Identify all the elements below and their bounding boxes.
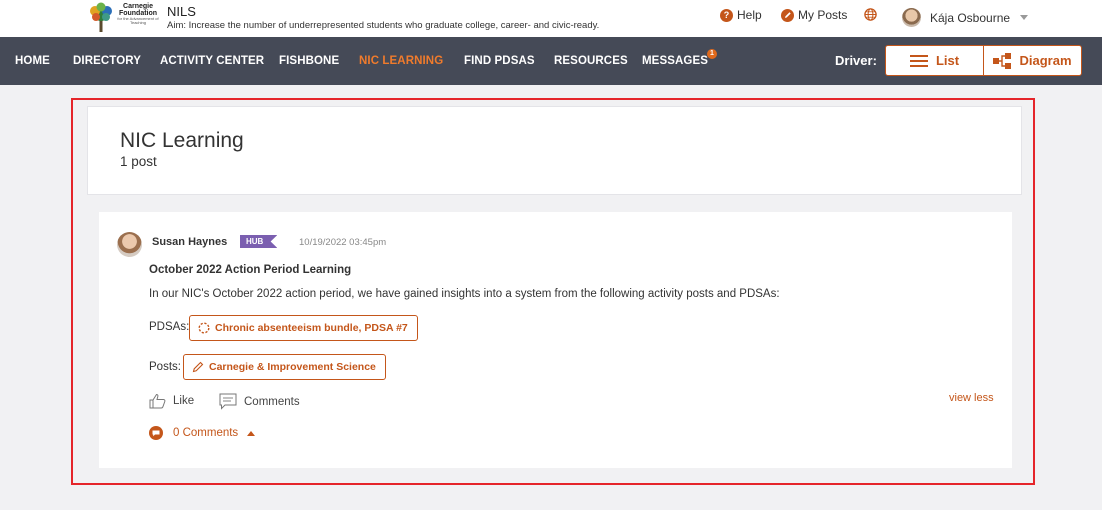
post-link[interactable]: Carnegie & Improvement Science (183, 354, 386, 380)
pdsa-link-label: Chronic absenteeism bundle, PDSA #7 (215, 322, 408, 334)
like-button[interactable]: Like (149, 393, 194, 409)
pdsa-link[interactable]: Chronic absenteeism bundle, PDSA #7 (189, 315, 418, 341)
comments-count: 0 Comments (173, 427, 239, 439)
language-button[interactable] (864, 8, 877, 21)
help-icon: ? (720, 8, 733, 22)
nav-messages-label: MESSAGES (642, 55, 708, 67)
comment-bubble-icon (149, 426, 163, 440)
driver-label: Driver: (835, 53, 877, 68)
help-link[interactable]: ? Help (720, 8, 762, 22)
page-title: NIC Learning (120, 129, 244, 152)
like-label: Like (173, 395, 195, 407)
nav-find-pdsas[interactable]: FIND PDSAS (464, 55, 535, 67)
diagram-icon (993, 52, 1012, 69)
list-view-button[interactable]: List (886, 46, 983, 75)
diagram-view-button[interactable]: Diagram (983, 46, 1081, 75)
post-count: 1 post (120, 154, 157, 169)
nav-messages[interactable]: MESSAGES 1 (642, 49, 717, 67)
aim-statement: Aim: Increase the number of underreprese… (167, 20, 600, 31)
nav-home[interactable]: HOME (15, 55, 50, 67)
nav-fishbone[interactable]: FISHBONE (279, 55, 339, 67)
chevron-up-icon (247, 430, 256, 436)
help-label: Help (737, 8, 762, 22)
list-view-label: List (935, 53, 960, 68)
my-posts-link[interactable]: My Posts (781, 8, 847, 22)
hub-badge: HUB (240, 235, 278, 248)
post-link-label: Carnegie & Improvement Science (209, 361, 376, 373)
view-toggle: List Diagram (885, 45, 1082, 76)
nav-directory[interactable]: DIRECTORY (73, 55, 141, 67)
comments-button[interactable]: Comments (219, 393, 300, 410)
post-card: Susan Haynes HUB 10/19/2022 03:45pm Octo… (99, 212, 1012, 468)
posts-label: Posts: (149, 361, 181, 373)
user-name: Kája Osbourne (930, 10, 1011, 25)
my-posts-label: My Posts (798, 8, 848, 22)
pencil-icon (192, 361, 204, 373)
globe-icon (864, 8, 877, 21)
comments-toggle[interactable]: 0 Comments (149, 426, 256, 440)
messages-badge: 1 (706, 49, 717, 59)
dashed-cycle-icon (198, 322, 210, 334)
user-avatar (902, 8, 921, 27)
pdsas-label: PDSAs: (149, 321, 190, 333)
top-header: Carnegie Foundation for the Advancement … (0, 0, 1102, 37)
post-title: October 2022 Action Period Learning (149, 264, 352, 276)
post-date: 10/19/2022 03:45pm (299, 237, 387, 248)
nav-nic-learning[interactable]: NIC LEARNING (359, 55, 443, 67)
view-less-link[interactable]: view less (949, 392, 994, 404)
main-nav: HOME DIRECTORY ACTIVITY CENTER FISHBONE … (0, 37, 1102, 85)
tree-logo-icon (90, 2, 112, 32)
author-name[interactable]: Susan Haynes (152, 236, 227, 248)
user-menu[interactable]: Kája Osbourne (902, 8, 1029, 27)
carnegie-logo[interactable]: Carnegie Foundation for the Advancement … (86, 2, 162, 33)
diagram-view-label: Diagram (1019, 53, 1072, 68)
thumbs-up-icon (149, 393, 166, 409)
comments-label: Comments (244, 395, 300, 408)
app-title: NILS (167, 4, 196, 19)
nav-resources[interactable]: RESOURCES (554, 55, 628, 67)
chevron-down-icon (1020, 15, 1029, 20)
comment-icon (219, 393, 237, 410)
pencil-circle-icon (781, 8, 794, 22)
nav-activity-center[interactable]: ACTIVITY CENTER (160, 55, 264, 67)
list-icon (909, 54, 928, 67)
logo-wordmark: Carnegie Foundation for the Advancement … (117, 3, 159, 25)
page-header-card: NIC Learning 1 post (87, 106, 1022, 195)
author-avatar[interactable] (117, 232, 142, 257)
post-body: In our NIC's October 2022 action period,… (149, 288, 780, 300)
